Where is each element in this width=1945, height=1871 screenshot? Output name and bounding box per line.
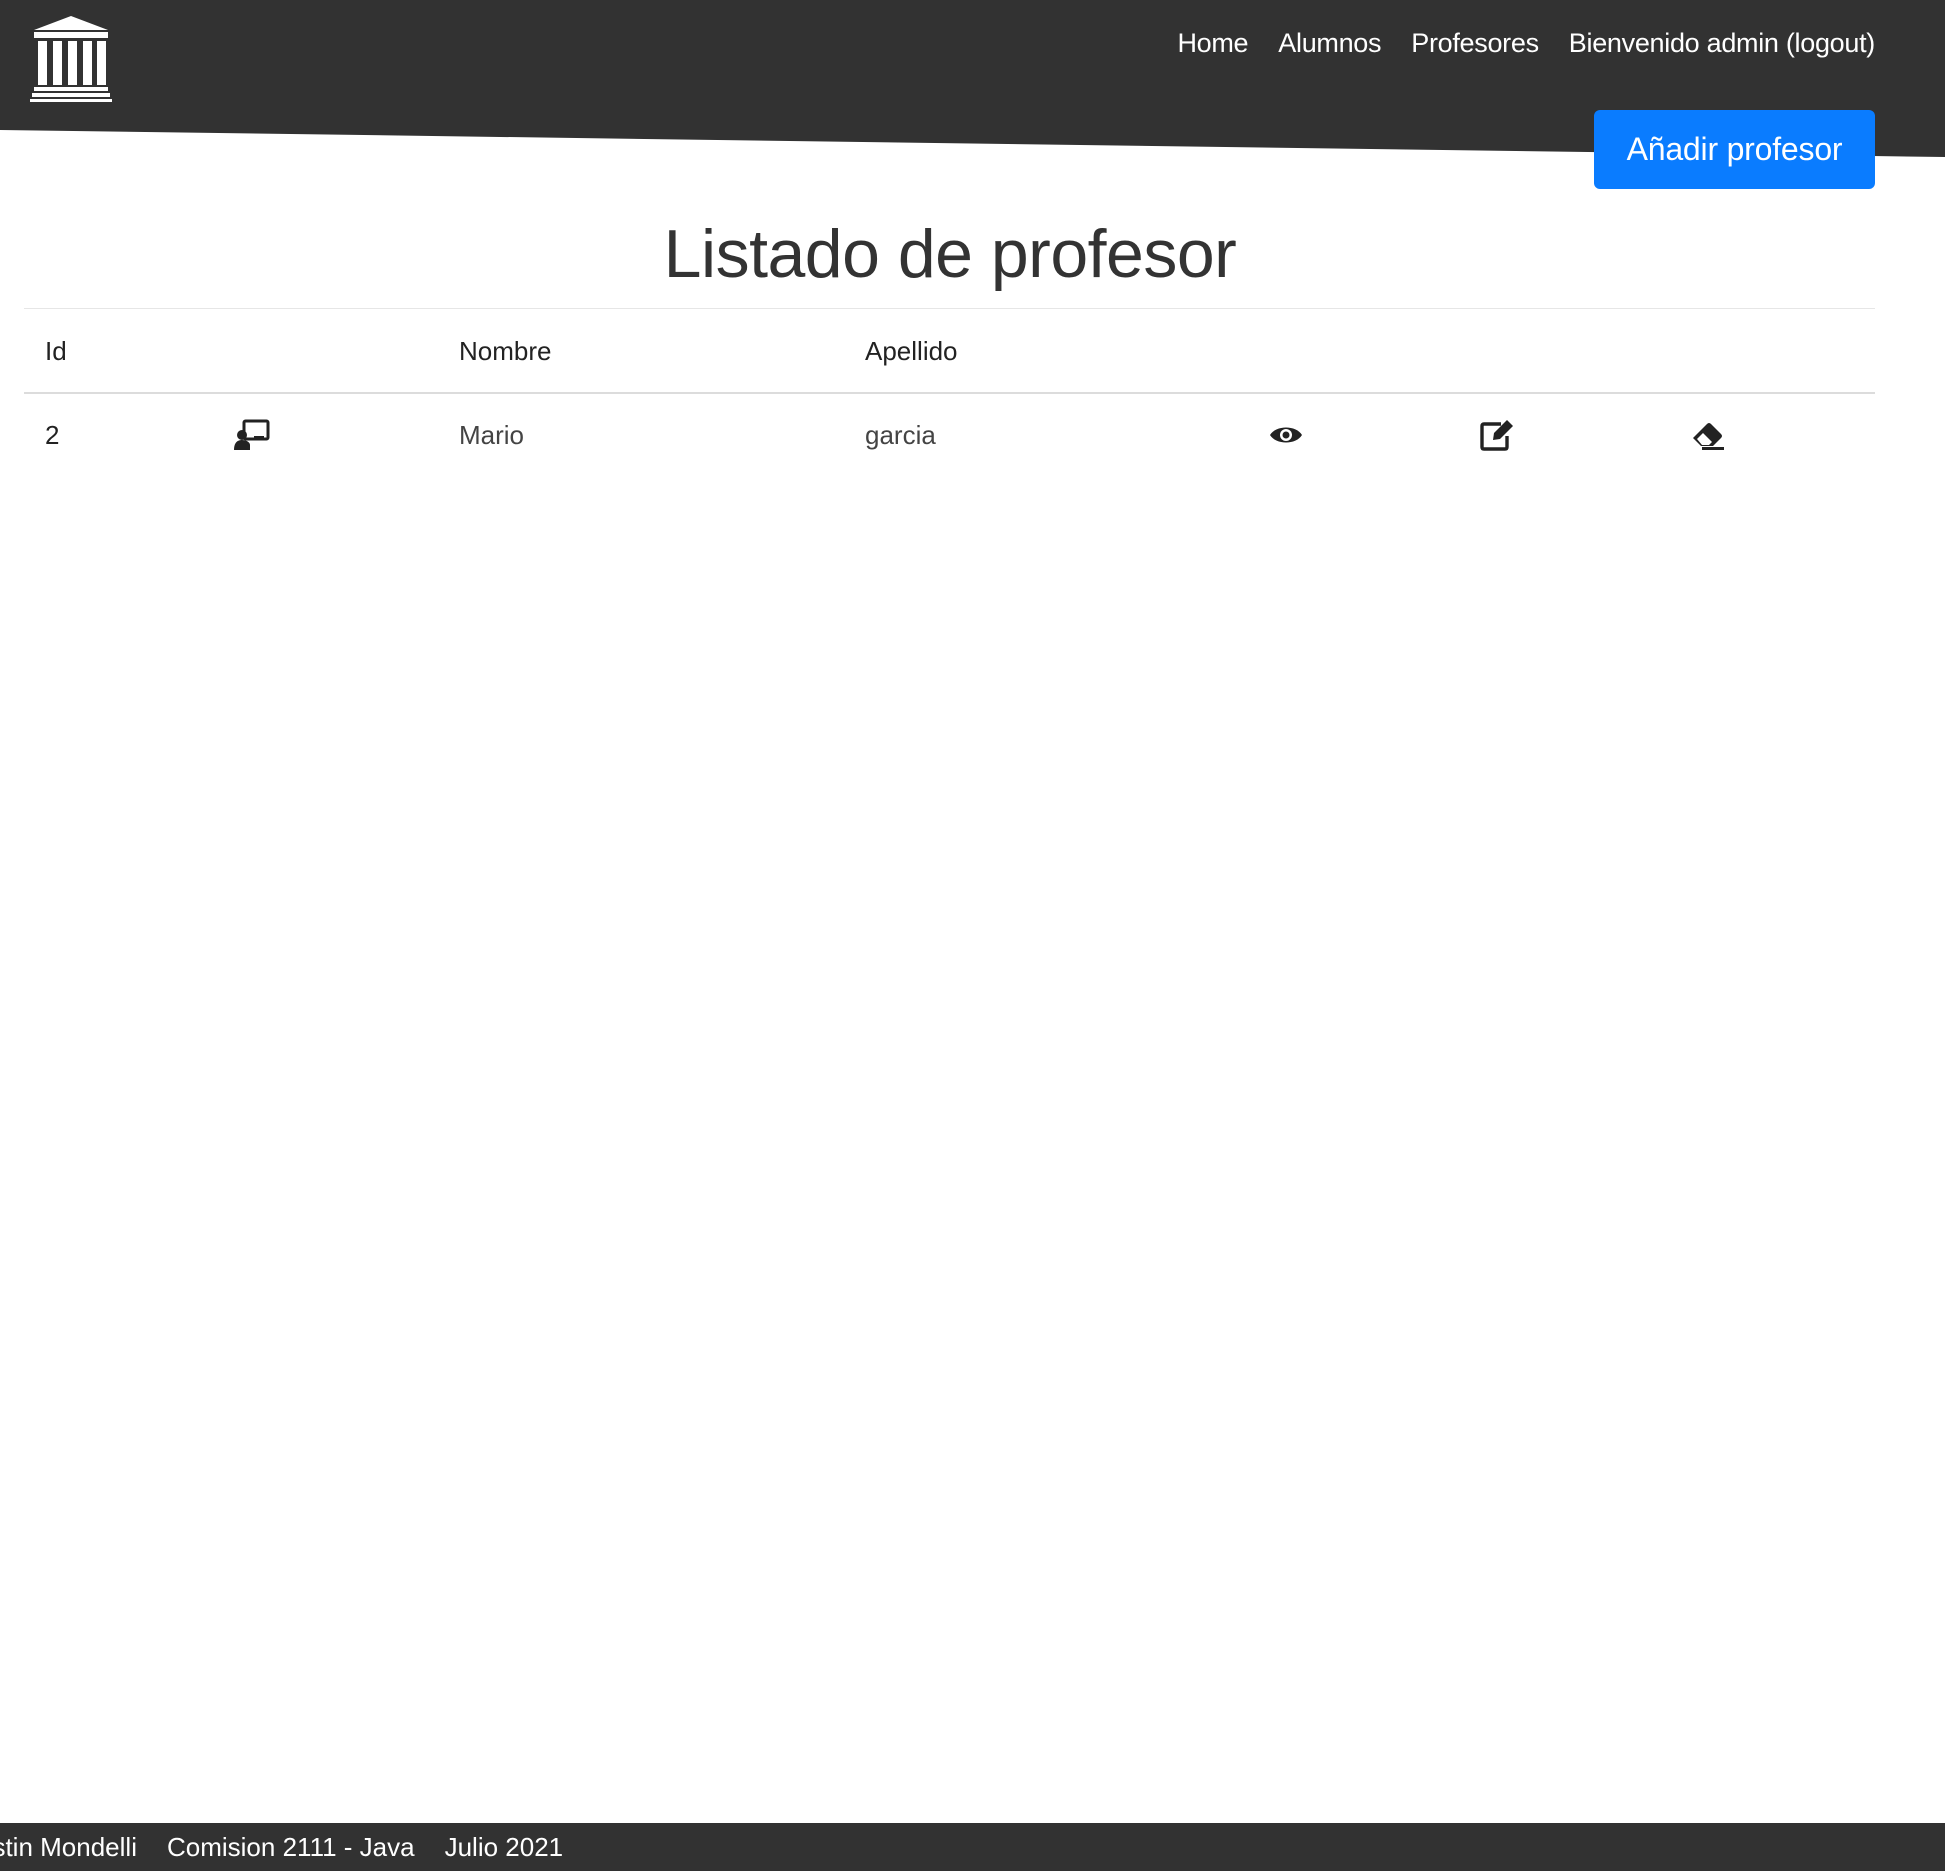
title-divider bbox=[24, 308, 1875, 309]
table-header: Id Nombre Apellido bbox=[24, 310, 1875, 394]
column-header-nombre: Nombre bbox=[459, 336, 552, 366]
footer-author: ustin Mondelli bbox=[0, 1831, 137, 1862]
table-row: 2 Mario garcia bbox=[24, 394, 1875, 479]
eraser-icon[interactable] bbox=[1690, 418, 1726, 452]
profesores-table: Id Nombre Apellido 2 Mario garcia bbox=[24, 310, 1875, 479]
edit-icon[interactable] bbox=[1479, 418, 1515, 452]
footer-comision: Comision 2111 - Java bbox=[166, 1831, 415, 1862]
page-title: Listado de profesor bbox=[663, 216, 1237, 292]
nav-alumnos-link[interactable]: Alumnos bbox=[1278, 28, 1381, 59]
cell-apellido: garcia bbox=[865, 420, 936, 450]
nav-home-link[interactable]: Home bbox=[1177, 28, 1248, 59]
cell-nombre: Mario bbox=[459, 420, 525, 450]
logo-building-columns-icon[interactable] bbox=[30, 16, 112, 102]
add-profesor-button[interactable]: Añadir profesor bbox=[1594, 110, 1875, 189]
nav-profesores-link[interactable]: Profesores bbox=[1411, 28, 1539, 59]
cell-id: 2 bbox=[45, 420, 60, 450]
column-header-id: Id bbox=[45, 336, 67, 366]
main-nav: Home Alumnos Profesores Bienvenido admin… bbox=[1177, 28, 1875, 59]
footer-date: Julio 2021 bbox=[444, 1831, 564, 1862]
nav-logout-link[interactable]: Bienvenido admin (logout) bbox=[1569, 28, 1876, 59]
chalkboard-teacher-icon bbox=[234, 418, 270, 452]
footer: ustin Mondelli Comision 2111 - Java Juli… bbox=[0, 1823, 1945, 1871]
eye-icon[interactable] bbox=[1268, 418, 1304, 452]
column-header-apellido: Apellido bbox=[865, 336, 958, 366]
